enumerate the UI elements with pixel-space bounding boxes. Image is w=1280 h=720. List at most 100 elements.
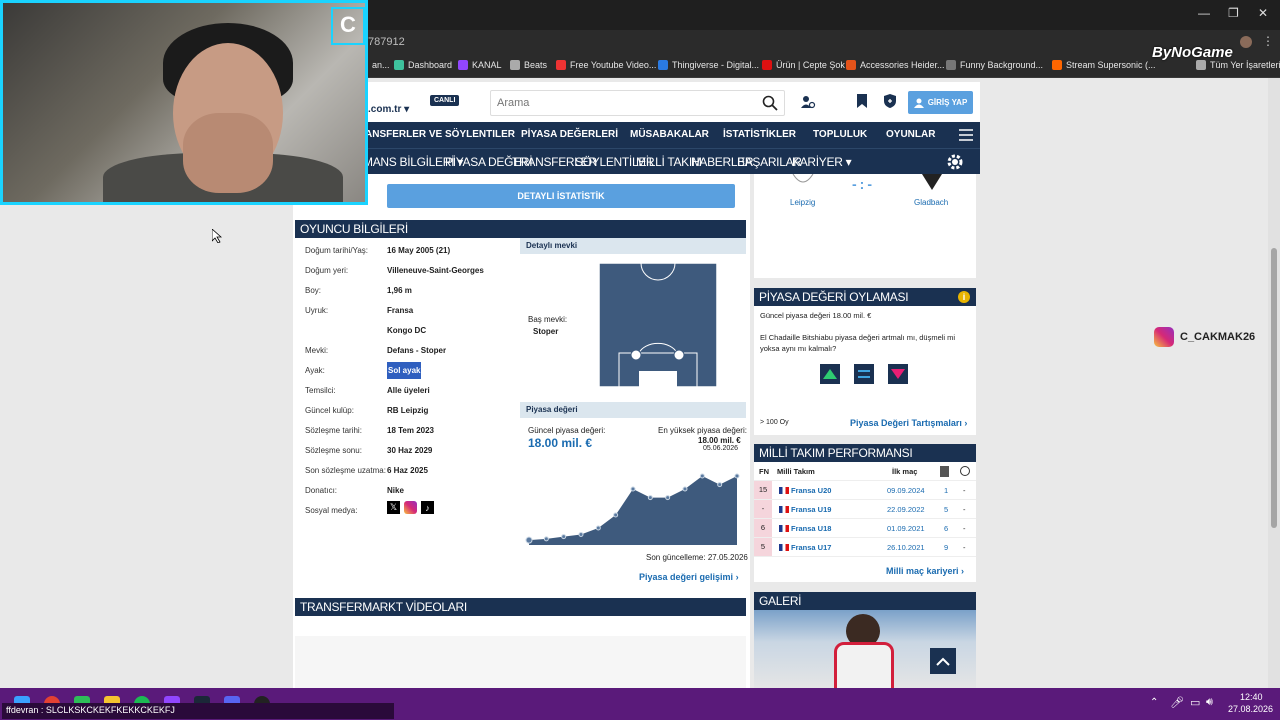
microphone-icon[interactable]: 🎤︎ xyxy=(1170,696,1184,709)
volume-icon[interactable]: 🔊︎ xyxy=(1206,696,1213,709)
bookmark-item[interactable]: Accessories Heider... xyxy=(846,60,945,70)
nav-market-values[interactable]: PİYASA DEĞERLERİ xyxy=(521,129,618,140)
main-navigation: ANSFERLER VE SÖYLENTILER PİYASA DEĞERLER… xyxy=(293,122,980,148)
videos-placeholder xyxy=(295,636,746,690)
search-icon[interactable] xyxy=(762,95,778,111)
vote-current-value: Güncel piyasa değeri 18.00 mil. € xyxy=(760,311,872,320)
bookmark-item[interactable]: Dashboard xyxy=(394,60,452,70)
clock-time[interactable]: 12:40 xyxy=(1240,692,1263,702)
network-icon[interactable]: ▭ xyxy=(1190,696,1200,709)
market-value-point[interactable] xyxy=(630,486,636,492)
user-search-icon[interactable] xyxy=(800,94,816,110)
leipzig-crest-icon[interactable] xyxy=(792,174,814,186)
market-value-point[interactable] xyxy=(717,482,723,488)
highest-value-date: 05.06.2026 xyxy=(703,445,739,452)
vote-down-button[interactable] xyxy=(888,364,908,384)
market-value-point[interactable] xyxy=(665,495,671,501)
info-value[interactable]: 16 May 2005 (21) xyxy=(387,246,450,255)
info-icon[interactable]: i xyxy=(958,291,970,303)
info-value: 6 Haz 2025 xyxy=(387,466,428,475)
instagram-icon[interactable] xyxy=(404,501,417,514)
player-subnav: MANS BİLGİLERİ ▾ PİYASA DEĞERİ TRANSFERL… xyxy=(293,148,980,174)
menu-dots-icon[interactable]: ⋮ xyxy=(1262,34,1274,48)
national-cell-date: 22.09.2022 xyxy=(887,504,925,514)
scrollbar-thumb[interactable] xyxy=(1271,248,1277,528)
nav-games[interactable]: OYUNLAR xyxy=(886,129,935,140)
live-badge[interactable]: CANLI xyxy=(430,95,460,106)
france-flag-icon xyxy=(779,505,789,513)
subnav-career[interactable]: KARİYER ▾ xyxy=(792,155,852,169)
tiktok-icon[interactable]: ♪ xyxy=(421,501,434,514)
national-table-row[interactable]: 15 Fransa U20 09.09.2024 1- xyxy=(754,481,976,500)
away-team[interactable]: Gladbach xyxy=(914,198,948,207)
settings-gear-icon[interactable] xyxy=(945,152,965,172)
profile-avatar[interactable] xyxy=(1240,36,1252,48)
x-twitter-icon[interactable]: 𝕏 xyxy=(387,501,400,514)
national-cell-fn: - xyxy=(754,500,772,518)
vote-equal-button[interactable] xyxy=(854,364,874,384)
maximize-icon[interactable]: ❐ xyxy=(1228,6,1239,20)
instagram-logo-icon xyxy=(1154,327,1174,347)
gallery-title: GALERİ xyxy=(754,592,976,610)
market-value-point[interactable] xyxy=(647,495,653,501)
webcam-overlay: C xyxy=(0,0,368,205)
market-value-point[interactable] xyxy=(543,536,549,542)
info-label: Sosyal medya: xyxy=(305,506,358,515)
home-team[interactable]: Leipzig xyxy=(790,198,815,207)
site-logo[interactable]: .com.tr ▾ xyxy=(368,104,409,115)
bookmark-item[interactable]: Tüm Yer İşaretleri xyxy=(1196,60,1280,70)
detailed-stats-button[interactable]: DETAYLI İSTATİSTİK xyxy=(387,184,735,208)
minimize-icon[interactable]: — xyxy=(1198,6,1210,20)
login-button[interactable]: GİRİŞ YAP xyxy=(908,91,973,114)
bookmark-item[interactable]: KANAL xyxy=(458,60,502,70)
nav-competitions[interactable]: MÜSABAKALAR xyxy=(630,129,709,140)
nav-statistics[interactable]: İSTATİSTİKLER xyxy=(723,129,796,140)
bookmark-favicon-icon xyxy=(1052,60,1062,70)
market-value-point[interactable] xyxy=(734,473,740,479)
gladbach-crest-icon[interactable] xyxy=(922,174,942,190)
hamburger-menu-icon[interactable] xyxy=(959,128,973,142)
market-value-history-link[interactable]: Piyasa değeri gelişimi › xyxy=(639,572,739,582)
market-value-point[interactable] xyxy=(595,525,601,531)
national-table-row[interactable]: 6 Fransa U18 01.09.2021 6- xyxy=(754,519,976,538)
bookmark-item[interactable]: Beats xyxy=(510,60,547,70)
vote-up-button[interactable] xyxy=(820,364,840,384)
bookmark-label: Beats xyxy=(524,60,548,70)
market-value-point[interactable] xyxy=(561,534,567,540)
info-row: Doğum tarihi/Yaş: 16 May 2005 (21) xyxy=(305,246,450,255)
info-value[interactable]: RB Leipzig xyxy=(387,406,428,415)
info-row: Kongo DC xyxy=(305,326,426,335)
page-scrollbar[interactable] xyxy=(1268,78,1280,688)
clock-date[interactable]: 27.08.2026 xyxy=(1228,704,1273,714)
search-box[interactable] xyxy=(490,90,785,116)
market-value-point[interactable] xyxy=(613,512,619,518)
bookmark-item[interactable]: Stream Supersonic (... xyxy=(1052,60,1156,70)
market-value-point[interactable] xyxy=(682,486,688,492)
scroll-top-button[interactable] xyxy=(930,648,956,674)
national-career-link[interactable]: Milli maç kariyeri › xyxy=(886,566,964,576)
shield-icon[interactable] xyxy=(883,94,897,108)
market-value-point[interactable] xyxy=(525,536,533,544)
info-label: Uyruk: xyxy=(305,306,329,315)
national-cell-date: 09.09.2024 xyxy=(887,485,925,495)
info-label: Temsilci: xyxy=(305,386,336,395)
bookmark-item[interactable]: Funny Background... xyxy=(946,60,1043,70)
right-sidebar: Leipzig -:- Gladbach PİYASA DEĞERİ OYLAM… xyxy=(752,174,978,690)
bookmark-icon[interactable] xyxy=(856,94,868,108)
value-discussion-link[interactable]: Piyasa Değeri Tartışmaları › xyxy=(850,418,967,428)
nav-community[interactable]: TOPLULUK xyxy=(813,129,867,140)
tray-chevron-icon[interactable]: ⌃ xyxy=(1150,697,1158,708)
bookmark-item[interactable]: Ürün | Cepte Şok xyxy=(762,60,845,70)
national-cell-goals: - xyxy=(963,504,966,514)
market-value-point[interactable] xyxy=(699,473,705,479)
info-label: Boy: xyxy=(305,286,322,295)
nav-transfers[interactable]: ANSFERLER VE SÖYLENTILER xyxy=(365,129,515,140)
bookmark-item[interactable]: Free Youtube Video... xyxy=(556,60,656,70)
close-icon[interactable]: ✕ xyxy=(1258,6,1268,20)
market-value-point[interactable] xyxy=(578,532,584,537)
national-table-row[interactable]: 5 Fransa U17 26.10.2021 9- xyxy=(754,538,976,557)
national-table-row[interactable]: - Fransa U19 22.09.2022 5- xyxy=(754,500,976,519)
bookmark-label: Funny Background... xyxy=(960,60,1044,70)
search-input[interactable] xyxy=(491,91,741,115)
bookmark-item[interactable]: Thingiverse - Digital... xyxy=(658,60,759,70)
